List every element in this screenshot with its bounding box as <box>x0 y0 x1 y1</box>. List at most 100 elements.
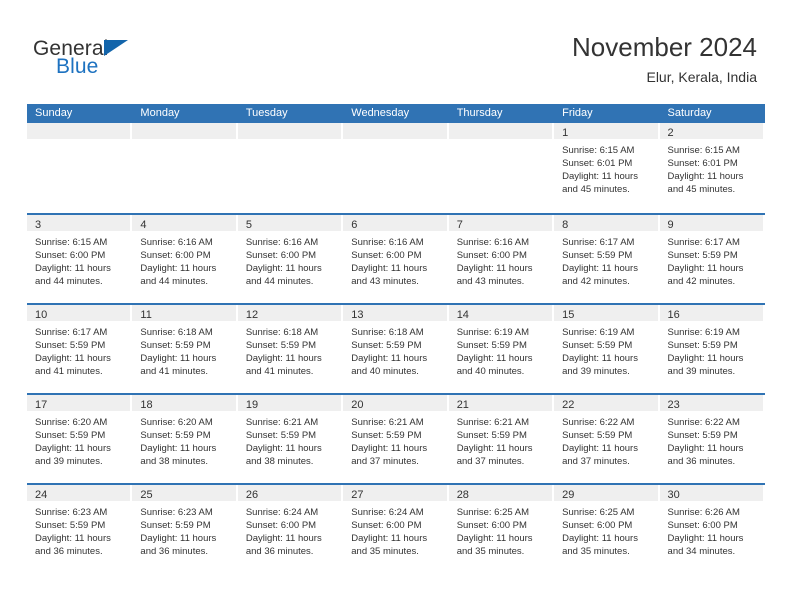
page-header: General Blue November 2024 Elur, Kerala,… <box>0 0 792 100</box>
day-number: 22 <box>562 399 575 411</box>
day-number: 8 <box>562 219 569 231</box>
calendar-day-cell[interactable]: 19 Sunrise: 6:21 AM Sunset: 5:59 PM Dayligh… <box>237 395 343 483</box>
calendar-day-cell[interactable]: 4 Sunrise: 6:16 AM Sunset: 6:00 PM Daylight… <box>132 215 237 303</box>
sunset-text: Sunset: 5:59 PM <box>562 340 633 351</box>
calendar-day-cell[interactable]: 27 Sunrise: 6:24 AM Sunset: 6:00 PM Dayligh… <box>343 485 448 573</box>
daylight-text-line2: and 39 minutes. <box>667 366 736 377</box>
calendar-day-cell[interactable]: 24 Sunrise: 6:23 AM Sunset: 5:59 PM Dayligh… <box>27 485 132 573</box>
day-number: 4 <box>140 219 147 231</box>
general-blue-logo[interactable]: General Blue <box>33 38 253 86</box>
daylight-text-line1: Daylight: 11 hours <box>456 443 533 454</box>
day-sun-info: Sunrise: 6:15 AM Sunset: 6:01 PM Daylight:… <box>554 139 657 196</box>
sunset-text: Sunset: 5:59 PM <box>351 340 422 351</box>
calendar-day-cell[interactable]: 21 Sunrise: 6:21 AM Sunset: 5:59 PM Dayligh… <box>448 395 554 483</box>
page-subtitle: Elur, Kerala, India <box>646 69 757 85</box>
calendar-day-cell[interactable]: 29 Sunrise: 6:25 AM Sunset: 6:00 PM Dayligh… <box>554 485 659 573</box>
daylight-text-line1: Daylight: 11 hours <box>351 263 428 274</box>
day-sun-info: Sunrise: 6:24 AM Sunset: 6:00 PM Daylight:… <box>238 501 341 558</box>
calendar-day-cell[interactable]: 10 Sunrise: 6:17 AM Sunset: 5:59 PM Dayligh… <box>27 305 132 393</box>
calendar-day-cell[interactable]: 30 Sunrise: 6:26 AM Sunset: 6:00 PM Dayligh… <box>659 485 765 573</box>
calendar-day-cell[interactable]: 26 Sunrise: 6:24 AM Sunset: 6:00 PM Dayligh… <box>237 485 343 573</box>
calendar-day-cell[interactable]: 9 Sunrise: 6:17 AM Sunset: 5:59 PM Daylight… <box>659 215 765 303</box>
calendar-day-cell[interactable]: 23 Sunrise: 6:22 AM Sunset: 5:59 PM Dayligh… <box>659 395 765 483</box>
day-number-band: 25 <box>132 485 236 501</box>
calendar-day-cell-empty <box>27 123 132 211</box>
sunrise-text: Sunrise: 6:19 AM <box>562 327 635 338</box>
day-number: 24 <box>35 489 48 501</box>
daylight-text-line2: and 37 minutes. <box>351 456 419 467</box>
sunset-text: Sunset: 5:59 PM <box>562 250 633 261</box>
calendar-day-cell[interactable]: 5 Sunrise: 6:16 AM Sunset: 6:00 PM Daylight… <box>237 215 343 303</box>
day-number-band: 13 <box>343 305 447 321</box>
day-number-band: 21 <box>448 395 553 411</box>
daylight-text-line1: Daylight: 11 hours <box>562 263 638 274</box>
day-sun-info: Sunrise: 6:19 AM Sunset: 5:59 PM Daylight:… <box>554 321 657 378</box>
day-number: 28 <box>456 489 469 501</box>
day-number-band: 16 <box>659 305 763 321</box>
calendar-day-cell[interactable]: 12 Sunrise: 6:18 AM Sunset: 5:59 PM Dayligh… <box>237 305 343 393</box>
calendar-day-cell[interactable]: 17 Sunrise: 6:20 AM Sunset: 5:59 PM Dayligh… <box>27 395 132 483</box>
day-sun-info: Sunrise: 6:16 AM Sunset: 6:00 PM Daylight:… <box>449 231 552 288</box>
day-sun-info: Sunrise: 6:17 AM Sunset: 5:59 PM Daylight:… <box>660 231 763 288</box>
sunset-text: Sunset: 6:00 PM <box>456 250 527 261</box>
calendar-day-cell[interactable]: 2 Sunrise: 6:15 AM Sunset: 6:01 PM Daylight… <box>659 123 765 211</box>
day-number-band: 1 <box>554 123 658 139</box>
day-number-band: 17 <box>27 395 131 411</box>
day-sun-info: Sunrise: 6:21 AM Sunset: 5:59 PM Daylight:… <box>449 411 552 468</box>
daylight-text-line2: and 41 minutes. <box>245 366 314 377</box>
calendar-week-row: 17 Sunrise: 6:20 AM Sunset: 5:59 PM Dayligh… <box>27 393 765 483</box>
day-sun-info: Sunrise: 6:18 AM Sunset: 5:59 PM Daylight:… <box>132 321 235 378</box>
day-number-band: 26 <box>237 485 342 501</box>
calendar-week-row: 3 Sunrise: 6:15 AM Sunset: 6:00 PM Daylight… <box>27 213 765 303</box>
day-number: 6 <box>351 219 358 231</box>
logo-triangle-icon <box>104 40 128 56</box>
calendar-day-cell[interactable]: 15 Sunrise: 6:19 AM Sunset: 5:59 PM Dayligh… <box>554 305 659 393</box>
day-number-band: 15 <box>554 305 658 321</box>
daylight-text-line2: and 35 minutes. <box>562 546 630 557</box>
calendar-day-cell[interactable]: 3 Sunrise: 6:15 AM Sunset: 6:00 PM Daylight… <box>27 215 132 303</box>
calendar-day-cell[interactable]: 6 Sunrise: 6:16 AM Sunset: 6:00 PM Daylight… <box>343 215 448 303</box>
sunset-text: Sunset: 5:59 PM <box>245 430 317 441</box>
calendar-day-cell[interactable]: 16 Sunrise: 6:19 AM Sunset: 5:59 PM Dayligh… <box>659 305 765 393</box>
daylight-text-line1: Daylight: 11 hours <box>245 353 322 364</box>
sunset-text: Sunset: 6:00 PM <box>245 520 317 531</box>
daylight-text-line1: Daylight: 11 hours <box>562 533 638 544</box>
day-number-band: 2 <box>659 123 763 139</box>
sunset-text: Sunset: 5:59 PM <box>456 430 527 441</box>
sunrise-text: Sunrise: 6:24 AM <box>245 507 319 518</box>
day-number: 7 <box>456 219 463 231</box>
title-block: November 2024 Elur, Kerala, India <box>572 32 757 86</box>
day-number-band <box>27 123 131 139</box>
day-number-band: 27 <box>343 485 447 501</box>
calendar-day-cell[interactable]: 8 Sunrise: 6:17 AM Sunset: 5:59 PM Daylight… <box>554 215 659 303</box>
day-sun-info: Sunrise: 6:16 AM Sunset: 6:00 PM Daylight:… <box>132 231 235 288</box>
calendar-day-cell-empty <box>448 123 554 211</box>
calendar-day-cell[interactable]: 25 Sunrise: 6:23 AM Sunset: 5:59 PM Dayligh… <box>132 485 237 573</box>
sunrise-text: Sunrise: 6:15 AM <box>667 145 740 156</box>
day-number-band: 5 <box>237 215 342 231</box>
sunset-text: Sunset: 5:59 PM <box>667 250 738 261</box>
calendar-day-cell[interactable]: 7 Sunrise: 6:16 AM Sunset: 6:00 PM Daylight… <box>448 215 554 303</box>
day-number-band: 14 <box>448 305 553 321</box>
calendar-day-cell[interactable]: 20 Sunrise: 6:21 AM Sunset: 5:59 PM Dayligh… <box>343 395 448 483</box>
calendar-day-cell[interactable]: 14 Sunrise: 6:19 AM Sunset: 5:59 PM Dayligh… <box>448 305 554 393</box>
calendar-day-cell[interactable]: 28 Sunrise: 6:25 AM Sunset: 6:00 PM Dayligh… <box>448 485 554 573</box>
calendar-day-cell[interactable]: 18 Sunrise: 6:20 AM Sunset: 5:59 PM Dayligh… <box>132 395 237 483</box>
sunrise-text: Sunrise: 6:25 AM <box>562 507 635 518</box>
calendar-day-cell[interactable]: 1 Sunrise: 6:15 AM Sunset: 6:01 PM Daylight… <box>554 123 659 211</box>
calendar-day-cell[interactable]: 22 Sunrise: 6:22 AM Sunset: 5:59 PM Dayligh… <box>554 395 659 483</box>
dow-header-tuesday: Tuesday <box>245 107 288 119</box>
daylight-text-line1: Daylight: 11 hours <box>35 353 111 364</box>
sunrise-text: Sunrise: 6:17 AM <box>35 327 108 338</box>
day-number: 10 <box>35 309 48 321</box>
daylight-text-line1: Daylight: 11 hours <box>245 443 322 454</box>
calendar-day-cell[interactable]: 13 Sunrise: 6:18 AM Sunset: 5:59 PM Dayligh… <box>343 305 448 393</box>
sunset-text: Sunset: 6:00 PM <box>351 250 422 261</box>
day-number-band: 28 <box>448 485 553 501</box>
day-number-band: 30 <box>659 485 763 501</box>
sunset-text: Sunset: 5:59 PM <box>456 340 527 351</box>
day-sun-info: Sunrise: 6:17 AM Sunset: 5:59 PM Daylight:… <box>554 231 657 288</box>
page-title: November 2024 <box>572 32 757 62</box>
sunset-text: Sunset: 5:59 PM <box>140 430 211 441</box>
calendar-day-cell[interactable]: 11 Sunrise: 6:18 AM Sunset: 5:59 PM Dayligh… <box>132 305 237 393</box>
